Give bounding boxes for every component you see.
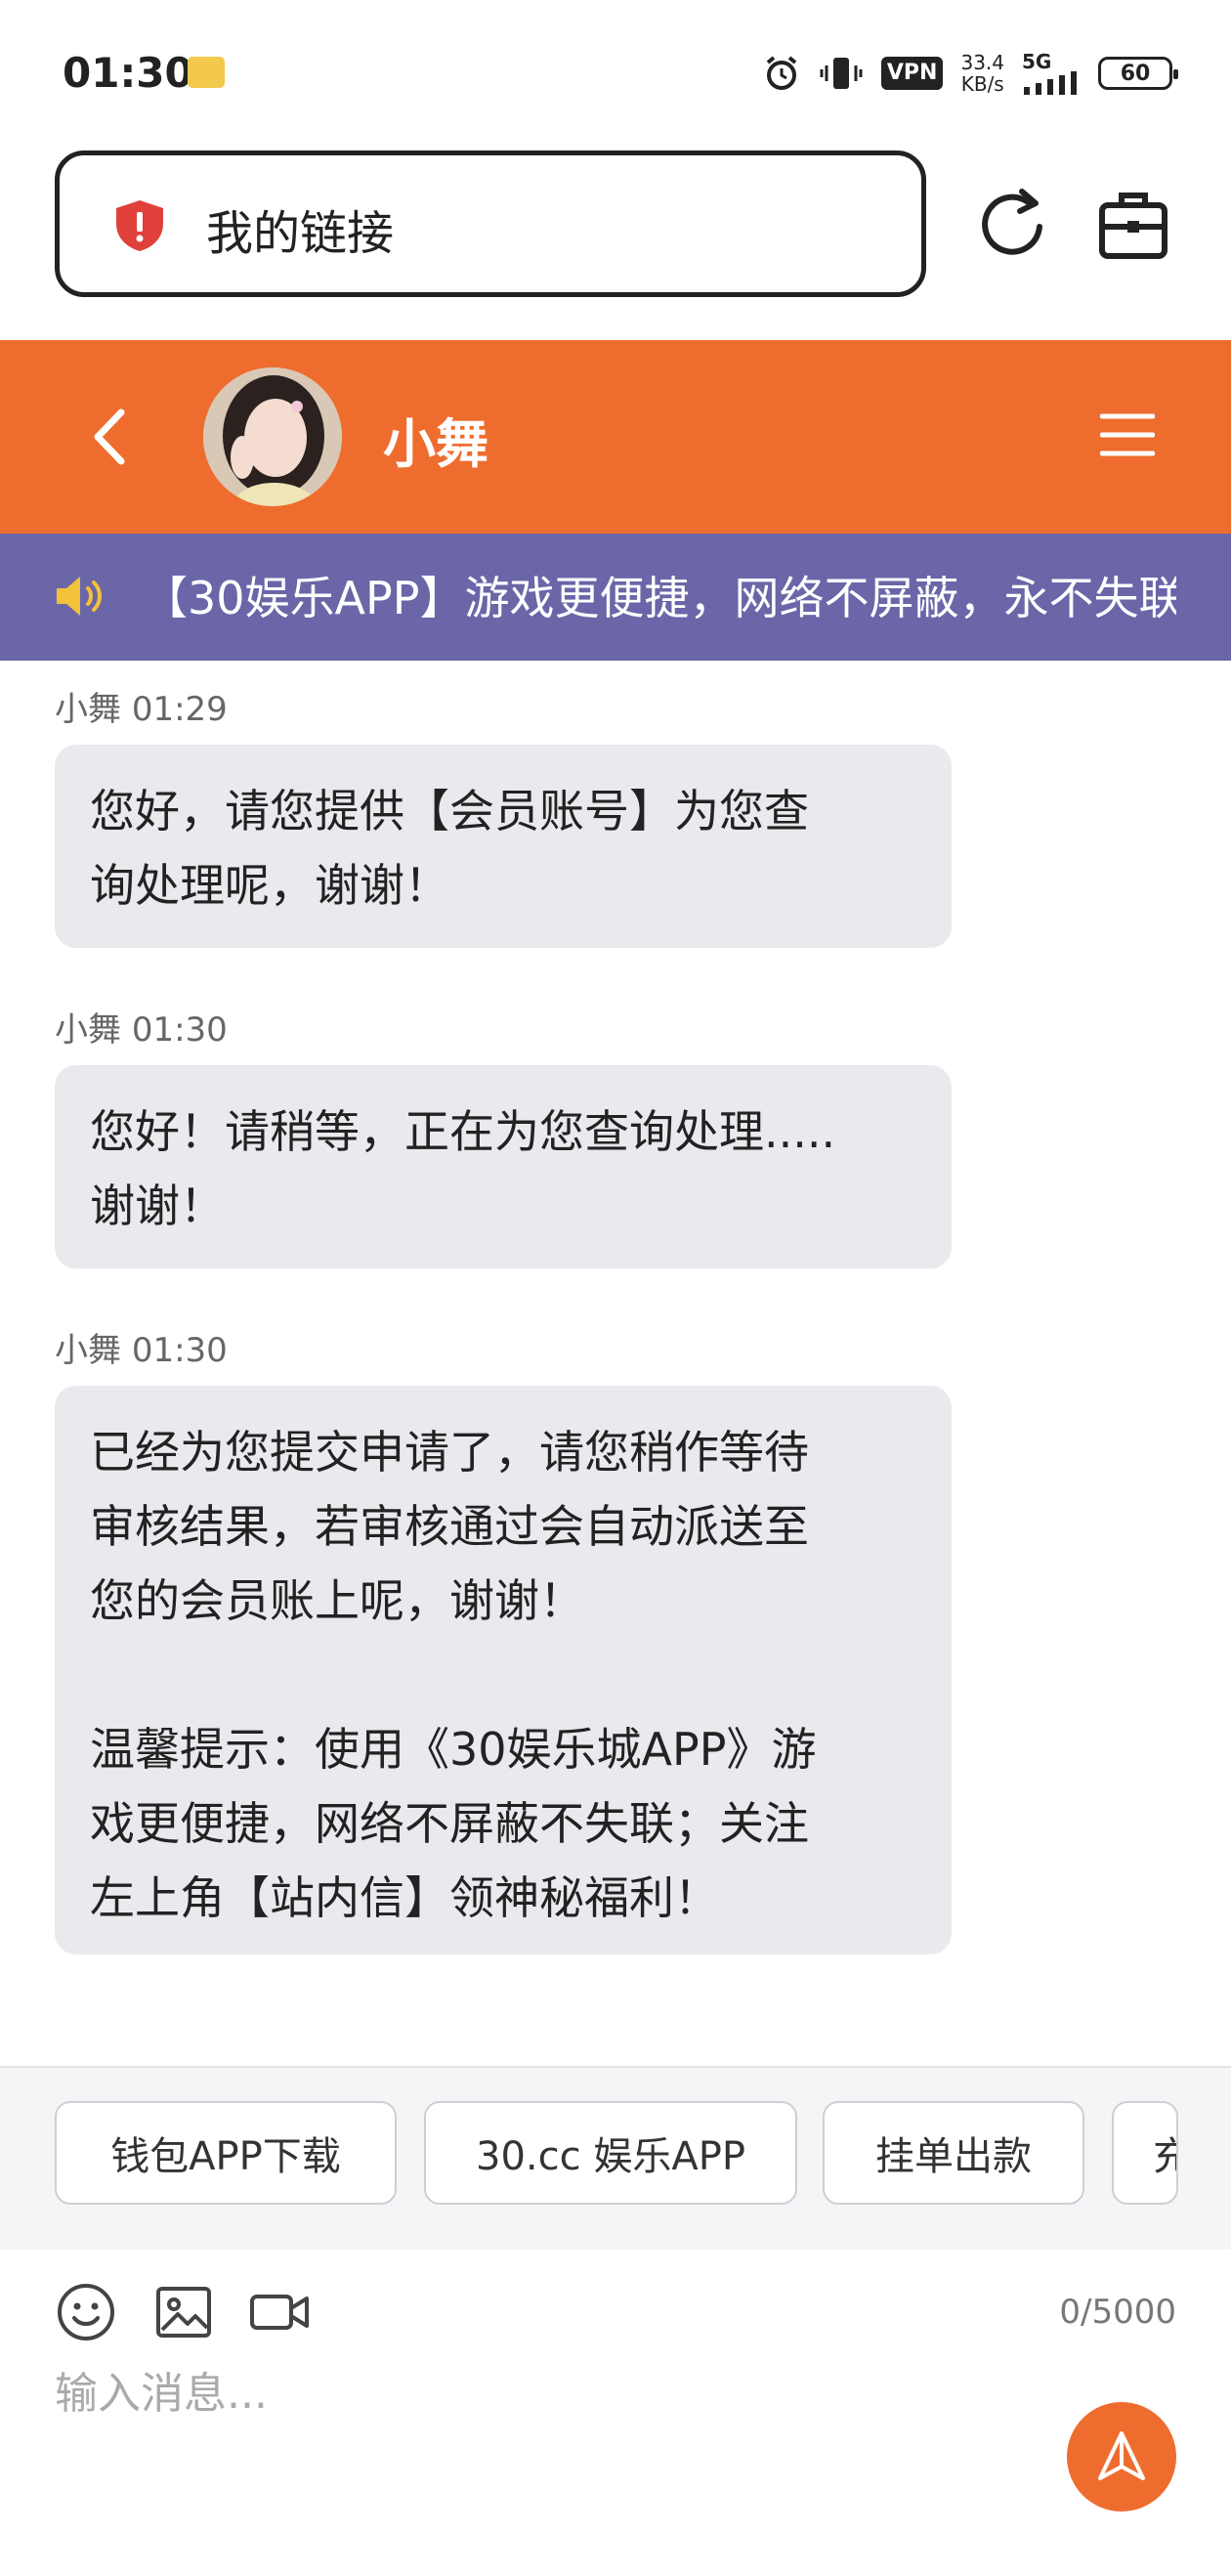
agent-name: 小舞 — [383, 413, 488, 475]
url-text: 我的链接 — [206, 206, 395, 261]
battery-icon: 60 — [1098, 57, 1178, 90]
shield-icon — [116, 200, 163, 251]
message-time: 01:30 — [131, 1331, 228, 1370]
quick-reply-chip[interactable]: 钱包APP下载 — [55, 2101, 397, 2205]
signal-icon — [1024, 71, 1077, 95]
announcement-bar: 【30娱乐APP】游戏更便捷，网络不屏蔽，永不失联 — [0, 534, 1231, 661]
url-bar[interactable]: 我的链接 — [55, 150, 926, 297]
message-sender: 小舞 — [55, 1010, 121, 1050]
vibrate-icon — [820, 58, 863, 89]
message-meta: 小舞 01:29 — [55, 682, 228, 730]
menu-icon[interactable] — [1100, 410, 1155, 459]
avatar-image — [203, 367, 342, 506]
avatar[interactable] — [203, 367, 342, 506]
chat-header: 小舞 — [0, 340, 1231, 534]
battery-level: 60 — [1120, 61, 1151, 86]
quick-reply-chip[interactable]: 30.cc 娱乐APP — [424, 2101, 797, 2205]
quick-reply-chip[interactable]: 充 — [1112, 2101, 1178, 2205]
send-button[interactable] — [1067, 2402, 1176, 2512]
message-meta: 小舞 01:30 — [55, 1003, 228, 1051]
network-type: 5G — [1022, 50, 1052, 73]
quick-reply-chip[interactable]: 挂单出款 — [823, 2101, 1084, 2205]
back-arrow-icon[interactable] — [78, 403, 147, 471]
message-bubble: 您好，请您提供【会员账号】为您查 询处理呢，谢谢！ — [55, 745, 952, 948]
network-speed: 33.4 KB/s — [960, 52, 1004, 95]
message-meta: 小舞 01:30 — [55, 1323, 228, 1371]
message-bubble: 已经为您提交申请了，请您稍作等待 审核结果，若审核通过会自动派送至 您的会员账上… — [55, 1386, 952, 1954]
folder-notification-icon — [188, 57, 225, 88]
emoji-icon[interactable] — [55, 2281, 117, 2343]
speed-unit: KB/s — [960, 72, 1004, 96]
status-bar: 01:30 VPN 33.4 KB/s 5G 60 — [0, 0, 1231, 147]
message-input[interactable] — [55, 2359, 1032, 2427]
speaker-icon — [57, 577, 102, 616]
message-sender: 小舞 — [55, 1331, 121, 1370]
message-list: 小舞 01:29 您好，请您提供【会员账号】为您查 询处理呢，谢谢！ 小舞 01… — [0, 661, 1231, 2066]
status-time: 01:30 — [63, 49, 193, 97]
briefcase-icon[interactable] — [1096, 188, 1170, 262]
speed-value: 33.4 — [960, 51, 1004, 74]
message-time: 01:30 — [131, 1010, 228, 1050]
send-icon — [1098, 2431, 1145, 2480]
quick-reply-bar: 钱包APP下载 30.cc 娱乐APP 挂单出款 充 — [0, 2066, 1231, 2252]
signal-group: 5G — [1022, 52, 1081, 95]
reload-icon[interactable] — [973, 184, 1051, 262]
vpn-badge: VPN — [880, 57, 944, 90]
image-icon[interactable] — [152, 2281, 215, 2343]
video-icon[interactable] — [248, 2281, 311, 2343]
character-counter: 0/5000 — [1059, 2293, 1176, 2332]
status-indicators: VPN 33.4 KB/s 5G 60 — [762, 49, 1178, 98]
alarm-icon — [766, 56, 797, 90]
message-composer: 0/5000 — [0, 2250, 1231, 2576]
message-time: 01:29 — [131, 690, 228, 729]
message-sender: 小舞 — [55, 690, 121, 729]
announcement-text: 【30娱乐APP】游戏更便捷，网络不屏蔽，永不失联 — [143, 572, 1176, 624]
message-bubble: 您好！请稍等，正在为您查询处理..... 谢谢！ — [55, 1065, 952, 1268]
